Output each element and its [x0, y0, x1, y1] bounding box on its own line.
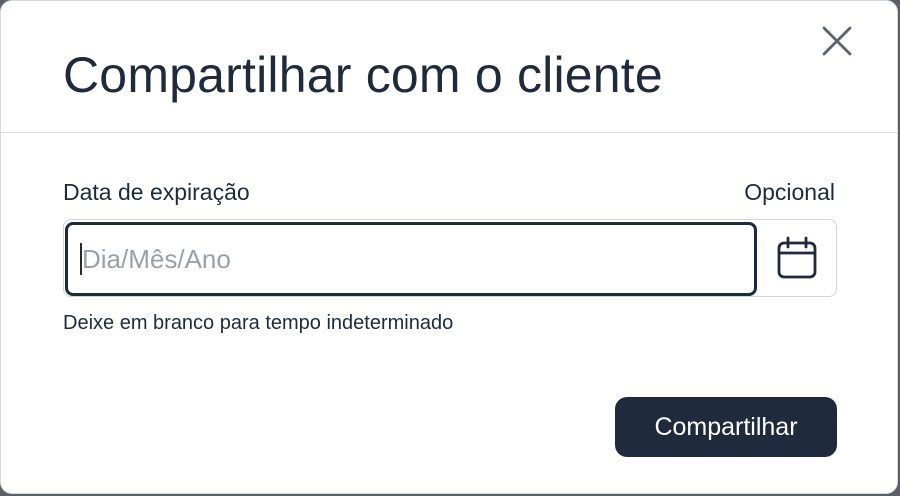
dialog-header: Compartilhar com o cliente [1, 1, 897, 133]
text-caret [80, 243, 82, 275]
calendar-button[interactable] [758, 220, 836, 296]
close-icon [822, 26, 852, 56]
expiration-date-input[interactable] [65, 222, 757, 296]
share-button[interactable]: Compartilhar [615, 397, 837, 457]
expiration-date-field [63, 219, 837, 297]
close-button[interactable] [815, 19, 859, 63]
expiration-date-label: Data de expiração [63, 179, 250, 205]
dialog-title: Compartilhar com o cliente [63, 47, 663, 103]
optional-label: Opcional [744, 179, 835, 205]
helper-text: Deixe em branco para tempo indeterminado [63, 312, 454, 334]
share-dialog: Compartilhar com o cliente Data de expir… [0, 0, 898, 494]
calendar-icon [777, 236, 817, 279]
